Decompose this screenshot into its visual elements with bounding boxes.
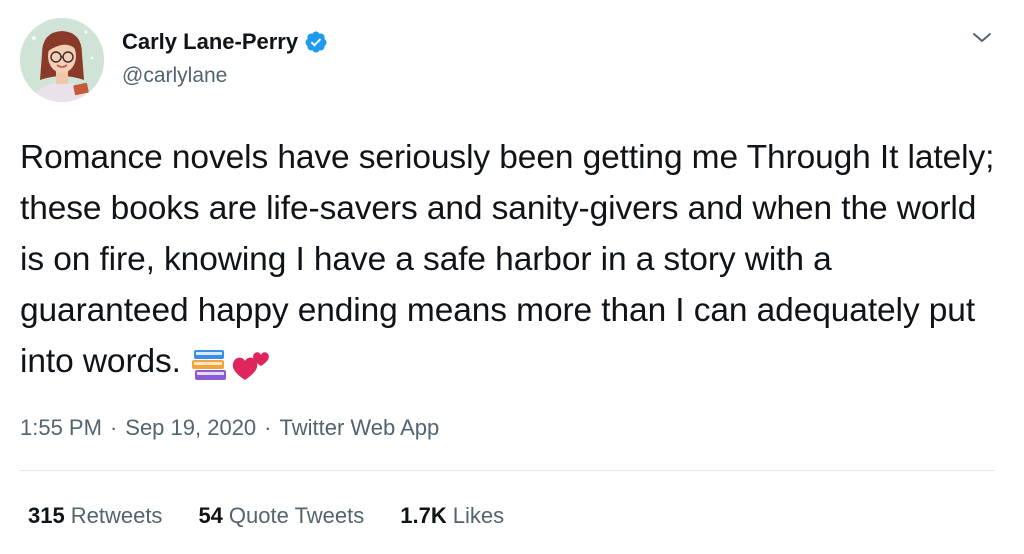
chevron-down-icon[interactable] <box>970 28 994 48</box>
tweet-text: Romance novels have seriously been getti… <box>20 132 1005 397</box>
author-handle[interactable]: @carlylane <box>122 62 227 90</box>
tweet-stats: 315 Retweets 54 Quote Tweets 1.7K Likes <box>28 501 540 531</box>
two-hearts-emoji-icon <box>232 352 269 380</box>
quote-tweets-stat[interactable]: 54 Quote Tweets <box>198 501 364 531</box>
retweets-stat[interactable]: 315 Retweets <box>28 501 162 531</box>
tweet-source[interactable]: Twitter Web App <box>280 413 440 443</box>
tweet-card: Carly Lane-Perry @carlylane Romance nove… <box>0 0 1024 554</box>
tweet-date[interactable]: Sep 19, 2020 <box>125 413 256 443</box>
likes-label: Likes <box>452 503 505 528</box>
retweets-label: Retweets <box>70 503 163 528</box>
tweet-text-content: Romance novels have seriously been getti… <box>20 139 995 380</box>
tweet-time[interactable]: 1:55 PM <box>20 413 102 443</box>
avatar[interactable] <box>20 18 104 102</box>
divider <box>20 470 994 471</box>
retweets-count: 315 <box>28 503 65 528</box>
author-name-row[interactable]: Carly Lane-Perry <box>122 28 328 56</box>
meta-separator: · <box>109 415 118 440</box>
meta-separator: · <box>264 415 272 440</box>
likes-stat[interactable]: 1.7K Likes <box>400 501 504 531</box>
quote-tweets-count: 54 <box>198 503 223 528</box>
books-emoji-icon <box>191 346 271 397</box>
quote-tweets-label: Quote Tweets <box>228 503 365 528</box>
likes-count: 1.7K <box>400 503 447 528</box>
verified-badge-icon <box>305 31 327 53</box>
display-name[interactable]: Carly Lane-Perry <box>122 28 298 56</box>
tweet-meta: 1:55 PM · Sep 19, 2020 · Twitter Web App <box>20 413 439 443</box>
